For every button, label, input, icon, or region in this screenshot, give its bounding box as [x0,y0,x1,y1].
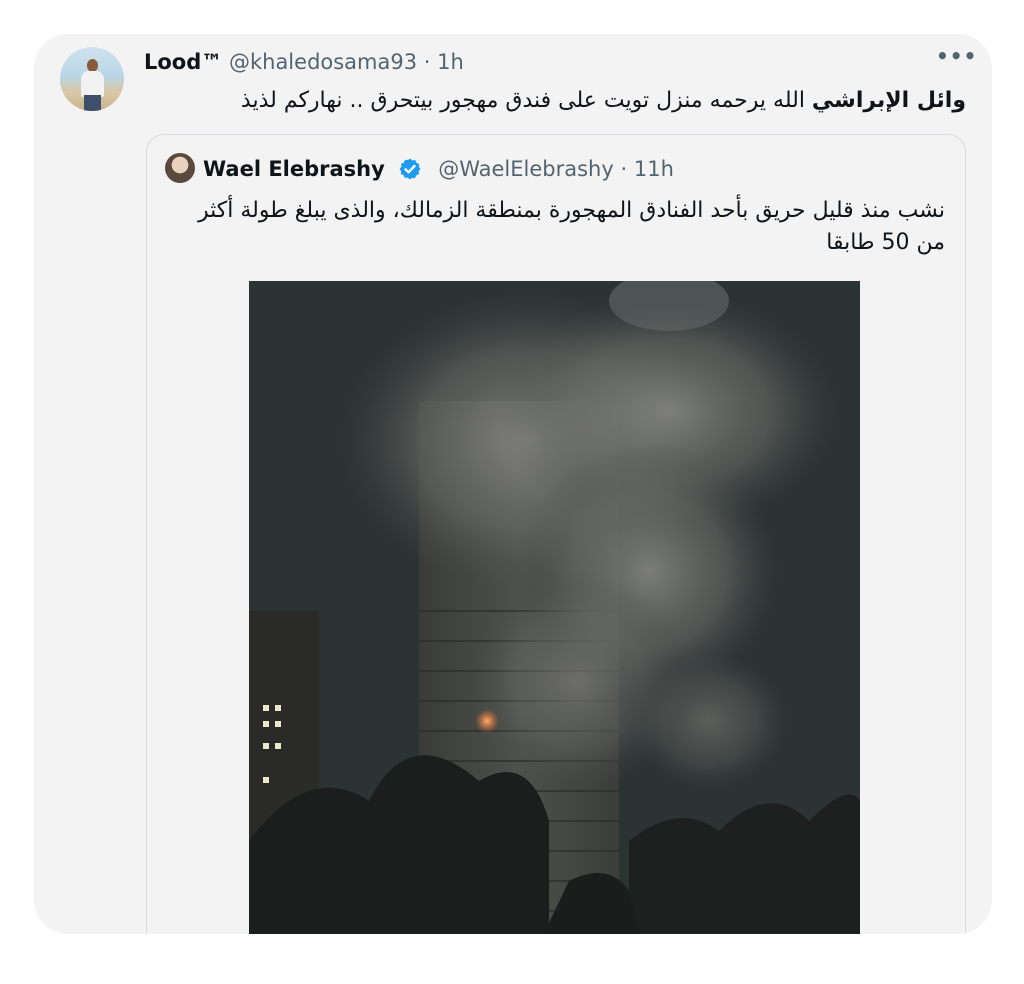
burning-building-photo [249,281,860,934]
quoted-time-separator: · [620,157,628,181]
tweet-time[interactable]: 1h [437,50,464,74]
tweet-header: Lood™ @khaledosama93 · 1h [144,48,464,76]
quoted-user-handle[interactable]: @WaelElebrashy [438,157,614,181]
tweet-card[interactable]: Lood™ @khaledosama93 · 1h ••• وائل الإبر… [34,34,992,934]
quoted-tweet-header: Wael Elebrashy @WaelElebrashy · 11h [203,153,674,185]
tweet-text: وائل الإبراشي الله يرحمه منزل تويت على ف… [206,84,966,118]
verified-badge-icon [399,158,421,180]
more-horizontal-icon[interactable]: ••• [936,46,976,74]
display-name[interactable]: Lood™ [144,50,222,74]
quoted-user-avatar[interactable] [165,153,195,183]
quoted-tweet-time[interactable]: 11h [634,157,674,181]
mention-bold: وائل الإبراشي [811,88,966,113]
quoted-display-name[interactable]: Wael Elebrashy [203,157,385,181]
tweet-text-rest: الله يرحمه منزل تويت على فندق مهجور بيتح… [240,88,812,113]
user-handle[interactable]: @khaledosama93 [229,50,417,74]
quoted-tweet-text: نشب منذ قليل حريق بأحد الفنادق المهجورة … [197,198,945,255]
tweet-media-image[interactable] [249,281,860,934]
user-avatar[interactable] [60,47,124,111]
time-separator: · [423,50,431,74]
quoted-tweet[interactable]: Wael Elebrashy @WaelElebrashy · 11h نشب … [146,134,966,934]
